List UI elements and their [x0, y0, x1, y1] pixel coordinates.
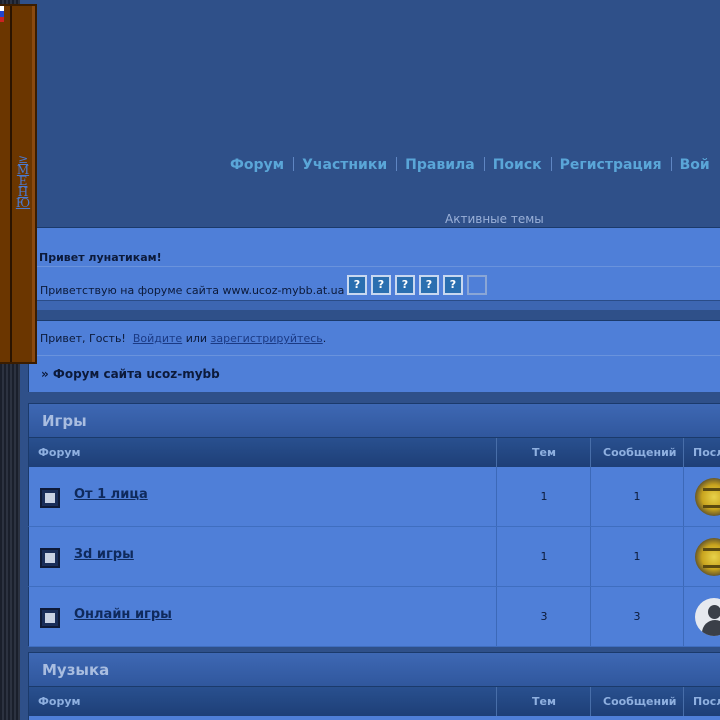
posts-count: 1: [633, 490, 641, 503]
column-divider: [496, 467, 497, 526]
nav-separator: [670, 157, 672, 171]
smiley-icon: ?: [395, 275, 415, 295]
column-divider: [496, 527, 497, 586]
col-last-post: Посл: [693, 446, 720, 459]
nav-register[interactable]: Регистрация: [560, 157, 662, 173]
register-link[interactable]: зарегистрируйтесь: [211, 332, 323, 345]
forum-title-link[interactable]: От 1 лица: [74, 487, 148, 502]
forum-row: [28, 716, 720, 720]
category-games: Игры Форум Тем Сообщений Посл От 1 лица …: [28, 403, 720, 647]
side-menu-tab[interactable]: ≥ М Е Н Ю: [0, 4, 37, 364]
forum-title-link[interactable]: 3d игры: [74, 547, 134, 562]
nav-separator: [550, 157, 552, 171]
forum-row: Онлайн игры 3 3: [28, 587, 720, 647]
guest-box: Привет, Гость! Войдите или зарегистрируй…: [28, 320, 720, 392]
language-flag-icon[interactable]: [0, 6, 4, 22]
welcome-box: Привет лунатикам! Приветствую на форуме …: [28, 227, 720, 310]
col-last-post: Посл: [693, 695, 720, 708]
side-menu-label[interactable]: ≥ М Е Н Ю: [15, 153, 31, 210]
column-divider: [683, 687, 684, 716]
col-topics: Тем: [532, 695, 556, 708]
forum-row: 3d игры 1 1: [28, 527, 720, 587]
category-music: Музыка Форум Тем Сообщений Посл: [28, 652, 720, 720]
guest-greeting: Привет, Гость! Войдите или зарегистрируй…: [40, 332, 326, 345]
col-forum: Форум: [38, 695, 81, 708]
column-divider: [683, 587, 684, 646]
topics-count: 1: [540, 490, 548, 503]
nav-separator: [396, 157, 398, 171]
column-divider: [496, 587, 497, 646]
nav-members[interactable]: Участники: [302, 157, 387, 173]
forum-status-icon: [40, 548, 60, 568]
col-topics: Тем: [532, 446, 556, 459]
breadcrumb[interactable]: » Форум сайта ucoz-mybb: [41, 367, 220, 381]
category-title[interactable]: Музыка: [28, 652, 720, 687]
column-divider: [590, 527, 591, 586]
forum-status-icon: [40, 608, 60, 628]
side-menu-label-char: Ю: [15, 196, 31, 210]
column-divider: [590, 438, 591, 467]
column-divider: [590, 687, 591, 716]
smiley-icon: ?: [371, 275, 391, 295]
smiley-icon: ?: [347, 275, 367, 295]
last-poster-avatar[interactable]: [695, 478, 720, 516]
smiley-icon: ?: [443, 275, 463, 295]
column-divider: [683, 467, 684, 526]
smiley-icon: ?: [419, 275, 439, 295]
topics-count: 1: [540, 550, 548, 563]
last-poster-avatar[interactable]: [695, 598, 720, 636]
welcome-footer-bar: [29, 300, 720, 310]
posts-count: 3: [633, 610, 641, 623]
column-divider: [683, 438, 684, 467]
column-headers: Форум Тем Сообщений Посл: [28, 438, 720, 467]
nav-separator: [293, 157, 295, 171]
login-link[interactable]: Войдите: [133, 332, 182, 345]
guest-prefix: Привет, Гость!: [40, 332, 126, 345]
nav-login[interactable]: Вой: [680, 157, 710, 173]
topics-count: 3: [540, 610, 548, 623]
guest-or: или: [185, 332, 208, 345]
col-forum: Форум: [38, 446, 81, 459]
menu-tab-edge: [10, 6, 12, 362]
welcome-text: Приветствую на форуме сайта www.ucoz-myb…: [40, 284, 345, 297]
nav-rules[interactable]: Правила: [405, 157, 475, 173]
column-divider: [590, 587, 591, 646]
guest-dot: .: [322, 332, 327, 345]
column-headers: Форум Тем Сообщений Посл: [28, 687, 720, 716]
forum-status-icon: [40, 488, 60, 508]
column-divider: [683, 527, 684, 586]
nav-separator: [483, 157, 485, 171]
forum-title-link[interactable]: Онлайн игры: [74, 607, 172, 622]
smilies-row: ? ? ? ? ?: [347, 275, 487, 295]
column-divider: [496, 438, 497, 467]
nav-forum[interactable]: Форум: [230, 157, 284, 173]
category-title[interactable]: Игры: [28, 403, 720, 438]
last-poster-avatar[interactable]: [695, 538, 720, 576]
empty-image-icon: [467, 275, 487, 295]
col-posts: Сообщений: [603, 446, 677, 459]
divider: [29, 266, 720, 267]
welcome-title: Привет лунатикам!: [39, 251, 162, 264]
divider: [29, 355, 720, 356]
forum-row: От 1 лица 1 1: [28, 467, 720, 527]
col-posts: Сообщений: [603, 695, 677, 708]
nav-search[interactable]: Поиск: [493, 157, 542, 173]
column-divider: [590, 467, 591, 526]
main-nav: Форум Участники Правила Поиск Регистрация Вой: [230, 157, 710, 173]
posts-count: 1: [633, 550, 641, 563]
column-divider: [496, 687, 497, 716]
active-topics-link[interactable]: Активные темы: [445, 212, 544, 226]
